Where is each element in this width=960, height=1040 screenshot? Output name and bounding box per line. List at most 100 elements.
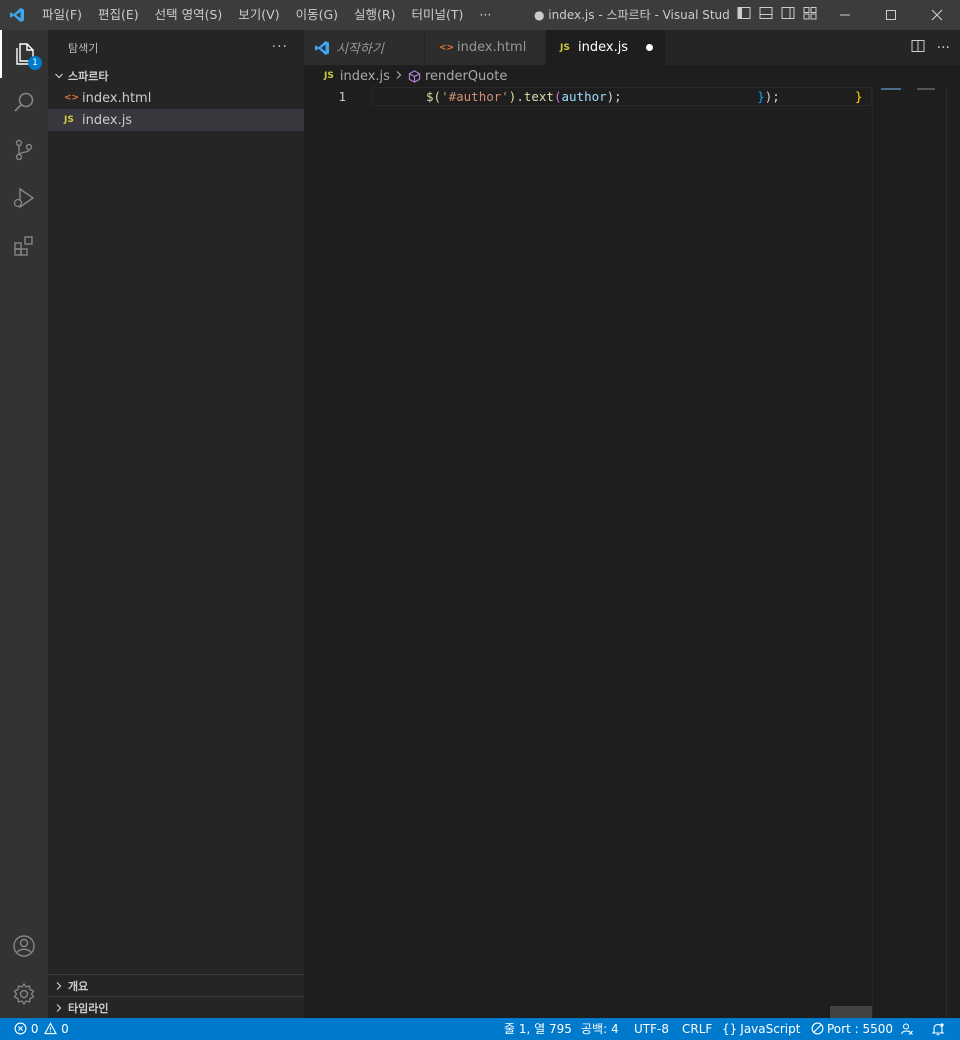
source-control-icon[interactable] xyxy=(0,126,48,174)
code-token: text xyxy=(523,89,554,104)
code-token: '#author' xyxy=(441,89,509,104)
warning-icon xyxy=(44,1022,58,1035)
menu-go[interactable]: 이동(G) xyxy=(288,0,346,30)
tab-actions: ··· xyxy=(911,30,950,65)
minimap-code xyxy=(881,88,901,90)
file-item-index-html[interactable]: <> index.html xyxy=(48,87,304,109)
timeline-label: 타임라인 xyxy=(68,1001,109,1015)
braces-icon: {} xyxy=(722,1022,738,1036)
warning-count: 0 xyxy=(61,1022,69,1036)
html-file-icon: <> xyxy=(439,42,455,53)
run-debug-icon[interactable] xyxy=(0,174,48,222)
error-count: 0 xyxy=(30,1022,39,1036)
minimize-icon[interactable] xyxy=(822,0,868,30)
breadcrumb-symbol[interactable]: renderQuote xyxy=(425,69,507,84)
indentation[interactable]: 공백: 4 xyxy=(581,1018,619,1040)
menu-more[interactable]: ··· xyxy=(471,0,499,30)
tab-label: index.html xyxy=(457,40,527,55)
js-file-icon: JS xyxy=(324,71,334,81)
encoding[interactable]: UTF-8 xyxy=(634,1018,669,1040)
window-title: ● index.js - 스파르타 - Visual Studio... xyxy=(534,8,730,22)
chevron-right-icon xyxy=(54,1003,68,1013)
outline-section[interactable]: 개요 xyxy=(48,974,304,996)
minimap[interactable] xyxy=(872,87,947,1018)
language-label: JavaScript xyxy=(740,1022,801,1036)
explorer-badge: 1 xyxy=(28,56,42,70)
circle-slash-icon xyxy=(811,1022,824,1035)
tab-more-actions[interactable]: ··· xyxy=(937,40,950,56)
breadcrumb-file[interactable]: index.js xyxy=(340,69,390,84)
customize-layout-icon[interactable] xyxy=(802,5,818,25)
tab-index-js[interactable]: JS index.js xyxy=(546,30,666,65)
html-file-icon: <> xyxy=(64,93,80,103)
menu-run[interactable]: 실행(R) xyxy=(346,0,403,30)
menu-selection[interactable]: 선택 영역(S) xyxy=(147,0,231,30)
end-of-line[interactable]: CRLF xyxy=(682,1018,712,1040)
folder-item[interactable]: 스파르타 xyxy=(48,65,304,87)
menu-terminal[interactable]: 터미널(T) xyxy=(404,0,472,30)
explorer-more-actions[interactable]: ··· xyxy=(272,30,288,65)
code-token: author xyxy=(561,89,607,104)
editor-tabs: 시작하기 <> index.html JS index.js ··· xyxy=(304,30,960,65)
code-token: $( xyxy=(426,89,442,104)
breadcrumb: JS index.js renderQuote xyxy=(304,65,960,87)
menu-file[interactable]: 파일(F) xyxy=(34,0,90,30)
cursor-position[interactable]: 줄 1, 열 795 xyxy=(504,1018,572,1040)
unsaved-dot-icon[interactable] xyxy=(646,44,653,51)
file-label: index.js xyxy=(82,112,133,128)
explorer-header: 탐색기 ··· xyxy=(48,30,304,65)
feedback-icon[interactable] xyxy=(900,1018,914,1040)
vertical-scrollbar[interactable] xyxy=(946,87,960,1018)
settings-gear-icon[interactable] xyxy=(0,970,48,1018)
toggle-sidebar-icon[interactable] xyxy=(736,5,752,25)
code-token: . xyxy=(516,89,524,104)
code-token: } xyxy=(855,89,863,104)
code-token: ); xyxy=(764,89,780,104)
tab-index-html[interactable]: <> index.html xyxy=(425,30,546,65)
vscode-logo-icon xyxy=(0,0,34,30)
explorer-icon[interactable]: 1 xyxy=(0,30,48,78)
search-icon[interactable] xyxy=(0,78,48,126)
extensions-icon[interactable] xyxy=(0,222,48,270)
port-label: Port : 5500 xyxy=(827,1022,893,1036)
chevron-right-icon xyxy=(394,69,404,84)
menu-view[interactable]: 보기(V) xyxy=(230,0,287,30)
timeline-section[interactable]: 타임라인 xyxy=(48,996,304,1018)
toggle-secondary-sidebar-icon[interactable] xyxy=(780,5,796,25)
outline-label: 개요 xyxy=(68,979,89,993)
code-editor[interactable]: 1 $('#author').text(author); }); } xyxy=(304,87,960,1018)
toggle-panel-icon[interactable] xyxy=(758,5,774,25)
minimap-code xyxy=(917,88,935,90)
chevron-right-icon xyxy=(54,981,68,991)
account-icon[interactable] xyxy=(0,922,48,970)
tab-label: index.js xyxy=(578,40,629,55)
explorer-title: 탐색기 xyxy=(68,41,99,55)
split-editor-icon[interactable] xyxy=(911,39,925,57)
notifications-bell-icon[interactable] xyxy=(931,1018,945,1040)
vscode-logo-icon xyxy=(314,40,336,56)
live-server-port[interactable]: Port : 5500 xyxy=(811,1018,893,1040)
tab-welcome[interactable]: 시작하기 xyxy=(304,30,425,65)
js-file-icon: JS xyxy=(64,115,74,125)
menu-bar: 파일(F) 편집(E) 선택 영역(S) 보기(V) 이동(G) 실행(R) 터… xyxy=(34,0,499,30)
close-icon[interactable] xyxy=(914,0,960,30)
menu-edit[interactable]: 편집(E) xyxy=(90,0,147,30)
status-bar: 0 0 줄 1, 열 795 공백: 4 UTF-8 CRLF {} JavaSc… xyxy=(0,1018,960,1040)
line-number: 1 xyxy=(338,89,346,104)
file-item-index-js[interactable]: JS index.js xyxy=(48,109,304,131)
title-bar: 파일(F) 편집(E) 선택 영역(S) 보기(V) 이동(G) 실행(R) 터… xyxy=(0,0,960,30)
problems-indicator[interactable]: 0 0 xyxy=(14,1018,69,1040)
chevron-down-icon xyxy=(54,71,68,81)
symbol-method-icon xyxy=(408,69,421,83)
error-icon xyxy=(14,1022,27,1035)
file-label: index.html xyxy=(82,90,152,106)
horizontal-scrollbar-thumb[interactable] xyxy=(830,1006,872,1018)
layout-controls xyxy=(736,0,818,30)
tab-label: 시작하기 xyxy=(336,42,384,57)
explorer-sidebar: 탐색기 ··· 스파르타 <> index.html JS index.js 개… xyxy=(48,30,304,1018)
code-line[interactable]: $('#author').text(author); }); } xyxy=(426,87,863,106)
maximize-icon[interactable] xyxy=(868,0,914,30)
language-mode[interactable]: {} JavaScript xyxy=(722,1018,800,1040)
